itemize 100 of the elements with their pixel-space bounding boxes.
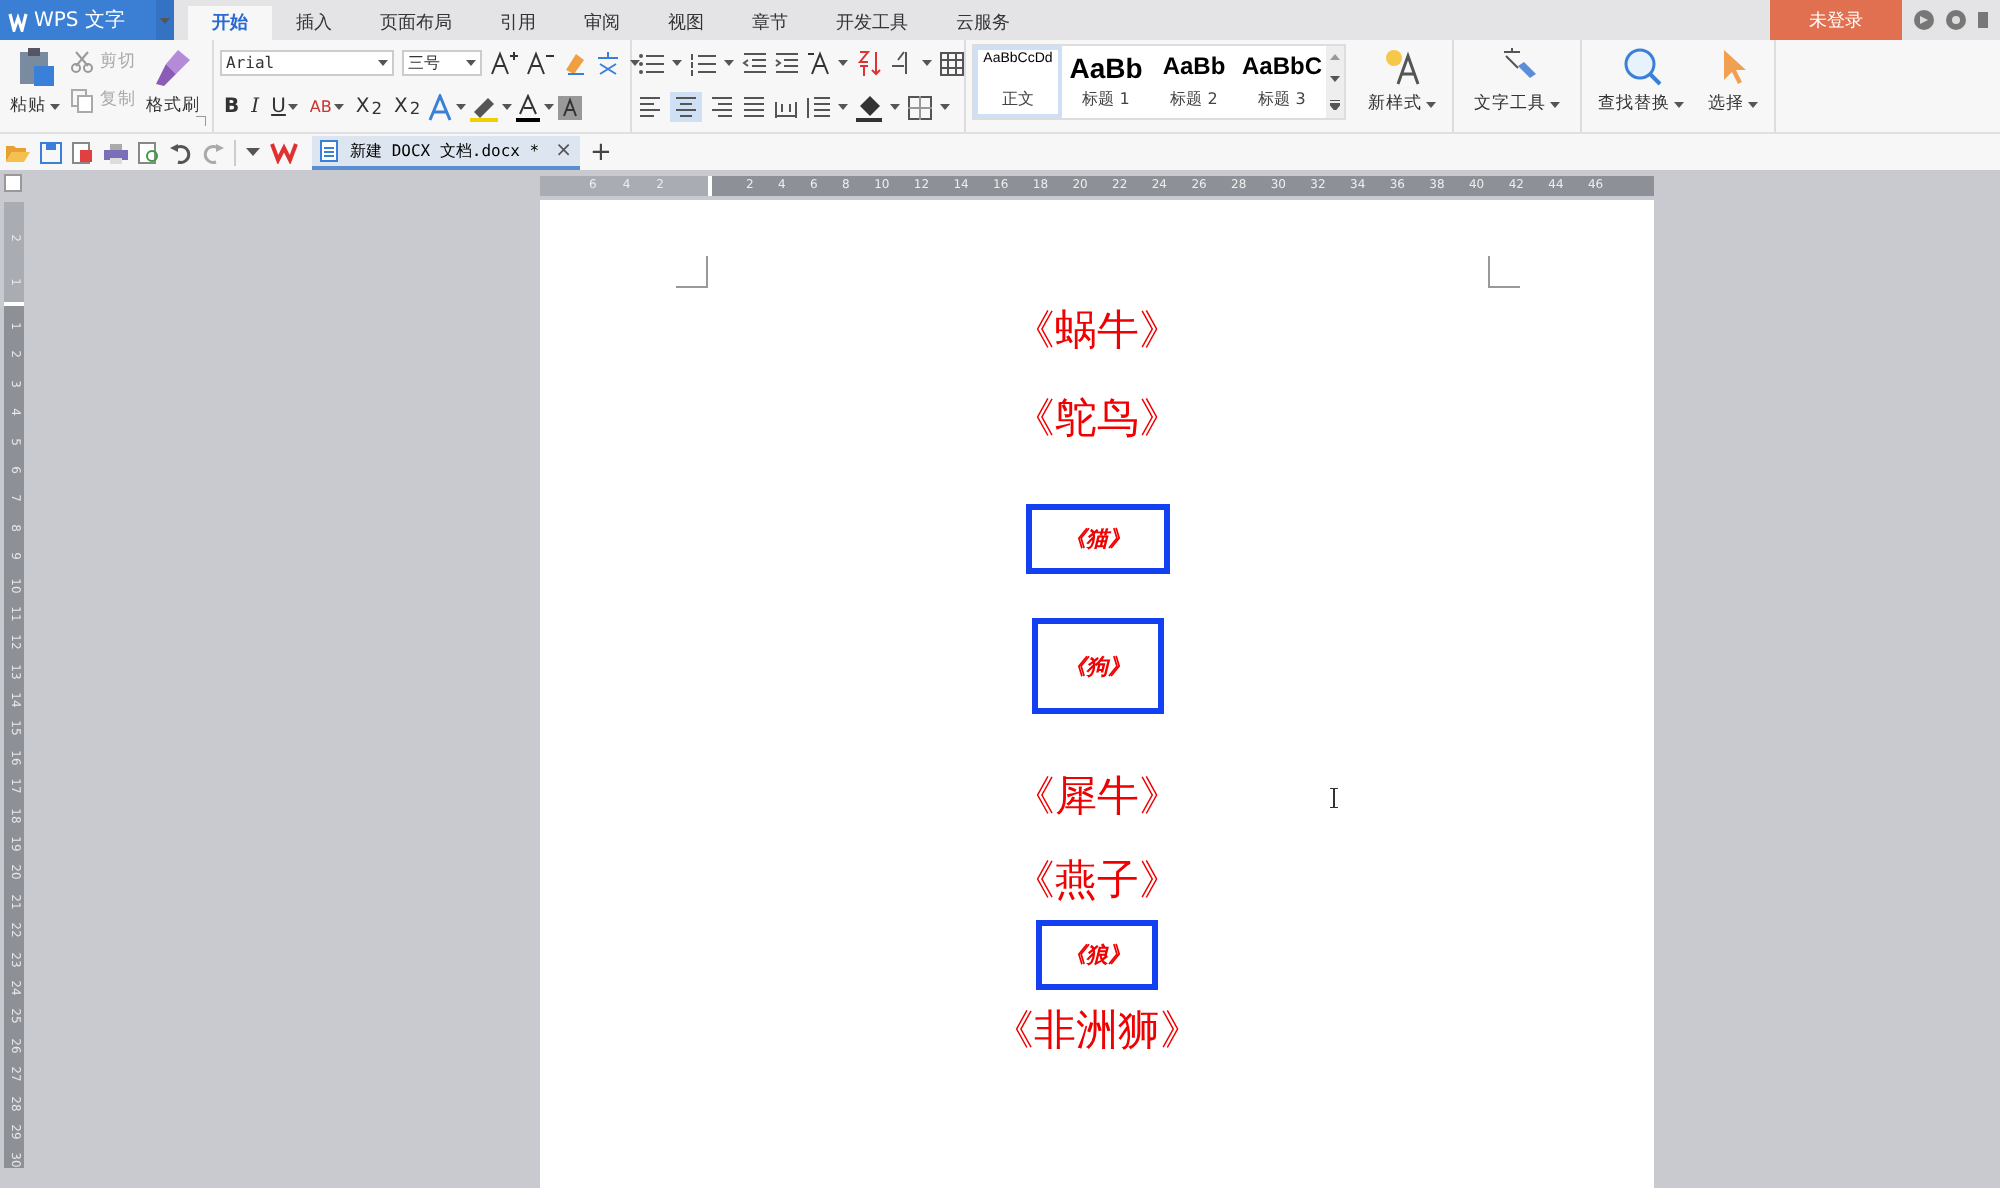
numbered-list-icon[interactable] — [690, 51, 716, 75]
align-center-icon[interactable] — [674, 96, 698, 118]
underline-button[interactable]: U — [267, 96, 302, 118]
text-box[interactable]: 《狗》 — [1031, 618, 1163, 714]
align-left-icon[interactable] — [638, 96, 662, 118]
caret-icon[interactable] — [466, 60, 476, 66]
caret-icon[interactable] — [287, 104, 298, 110]
clipboard-icon[interactable] — [15, 46, 55, 88]
wps-logo-icon[interactable] — [270, 140, 298, 164]
caret-icon[interactable] — [672, 60, 682, 66]
text-effect-icon[interactable] — [428, 93, 453, 121]
highlighter-icon[interactable] — [470, 92, 499, 122]
paint-bucket-icon[interactable] — [856, 93, 882, 121]
font-name-field[interactable]: Arial — [220, 50, 394, 76]
justify-icon[interactable] — [742, 96, 766, 118]
brush-icon[interactable] — [153, 46, 193, 88]
distribute-icon[interactable] — [774, 96, 798, 118]
text-tools-button[interactable]: 文字工具 — [1470, 46, 1564, 116]
caret-icon[interactable] — [890, 104, 900, 110]
caret-icon[interactable] — [922, 60, 932, 66]
save-icon[interactable] — [40, 141, 62, 163]
more-icon[interactable] — [1330, 99, 1340, 110]
increase-indent-icon[interactable] — [774, 52, 798, 74]
print-preview-icon[interactable] — [138, 141, 160, 163]
new-style-button[interactable]: 新样式 — [1364, 46, 1440, 116]
eraser-icon[interactable] — [562, 50, 586, 76]
corner-mark — [1488, 256, 1520, 288]
find-replace-button[interactable]: 查找替换 — [1594, 46, 1688, 116]
sparkle-letter-icon[interactable] — [1382, 46, 1422, 86]
document-icon[interactable] — [320, 139, 340, 161]
character-shading-icon[interactable] — [558, 95, 583, 119]
app-menu-button[interactable]: WPS 文字 — [0, 0, 156, 40]
table-icon[interactable] — [940, 51, 964, 75]
undo-icon[interactable] — [170, 141, 192, 163]
caret-icon[interactable] — [502, 104, 513, 110]
border-icon[interactable] — [908, 95, 932, 119]
caret-icon[interactable] — [724, 60, 734, 66]
dropdown-icon[interactable] — [246, 148, 260, 156]
phonetic-icon[interactable] — [594, 50, 622, 76]
caret-icon[interactable] — [333, 104, 344, 110]
new-tab-button[interactable]: + — [590, 137, 612, 167]
close-tab-button[interactable]: × — [555, 139, 572, 161]
settings-icon[interactable] — [1946, 10, 1966, 30]
font-size-change-icon[interactable] — [806, 50, 830, 76]
style-preset[interactable]: AaBb 标题 2 — [1150, 46, 1238, 118]
line-spacing-icon[interactable] — [806, 96, 830, 118]
font-size-field[interactable]: 三号 — [402, 50, 482, 76]
menu-tab[interactable]: 页面布局 — [356, 6, 476, 40]
grow-font-icon[interactable] — [490, 50, 518, 76]
caret-icon[interactable] — [1674, 101, 1684, 107]
scroll-down-icon[interactable] — [1330, 76, 1340, 83]
menu-tab[interactable]: 开始 — [188, 6, 272, 40]
bullet-list-icon[interactable] — [638, 51, 664, 75]
style-preset[interactable]: AaBbC 标题 3 — [1238, 46, 1326, 118]
caret-icon[interactable] — [940, 104, 950, 110]
dialog-launcher-icon[interactable] — [196, 116, 206, 126]
corner-mark — [676, 256, 708, 288]
document-text: 《燕子》 — [1013, 854, 1181, 908]
italic-button[interactable]: I — [247, 96, 264, 118]
menu-tab[interactable]: 章节 — [728, 6, 812, 40]
format-painter-button[interactable]: 格式刷 — [142, 46, 204, 118]
text-box[interactable]: 《猫》 — [1025, 504, 1169, 574]
caret-icon[interactable] — [838, 60, 848, 66]
text-box[interactable]: 《狼》 — [1036, 920, 1158, 990]
caret-icon[interactable] — [456, 104, 467, 110]
text-cursor-icon[interactable] — [1328, 788, 1340, 808]
tab-stop-selector[interactable] — [4, 174, 22, 192]
caret-icon[interactable] — [1748, 101, 1758, 107]
menu-tab[interactable]: 云服务 — [932, 6, 1034, 40]
caret-icon[interactable] — [1550, 101, 1560, 107]
pdf-icon[interactable] — [72, 141, 94, 163]
paste-button[interactable]: 粘贴 — [6, 46, 64, 118]
menu-tab[interactable]: 插入 — [272, 6, 356, 40]
align-right-icon[interactable] — [710, 96, 734, 118]
print-icon[interactable] — [104, 141, 128, 163]
shrink-font-icon[interactable] — [526, 50, 554, 76]
strikethrough-button[interactable]: AB — [305, 98, 348, 116]
sort-icon[interactable] — [856, 50, 882, 76]
caret-icon[interactable] — [50, 103, 60, 109]
caret-icon[interactable] — [544, 104, 555, 110]
decrease-indent-icon[interactable] — [742, 52, 766, 74]
document-tab[interactable]: 新建 DOCX 文档.docx * × — [312, 135, 580, 169]
caret-icon[interactable] — [1426, 101, 1436, 107]
document-text: 《蜗牛》 — [1013, 304, 1181, 358]
caret-icon[interactable] — [630, 60, 640, 66]
gallery-scroll-bar[interactable] — [1326, 46, 1344, 118]
caret-icon[interactable] — [838, 104, 848, 110]
caret-icon[interactable] — [378, 60, 388, 66]
menu-tab[interactable]: 开发工具 — [812, 6, 932, 40]
style-preset[interactable]: AaBb 标题 1 — [1062, 46, 1150, 118]
menu-tab[interactable]: 审阅 — [560, 6, 644, 40]
font-color-icon[interactable] — [516, 93, 541, 121]
bold-button[interactable]: B — [220, 96, 244, 118]
select-button[interactable]: 选择 — [1704, 46, 1762, 116]
search-icon[interactable] — [1621, 46, 1661, 86]
window-icon[interactable] — [1978, 10, 1988, 30]
menu-tab[interactable]: 视图 — [644, 6, 728, 40]
w-logo-icon[interactable] — [8, 9, 28, 31]
menu-tab[interactable]: 引用 — [476, 6, 560, 40]
skin-icon[interactable] — [1914, 10, 1934, 30]
